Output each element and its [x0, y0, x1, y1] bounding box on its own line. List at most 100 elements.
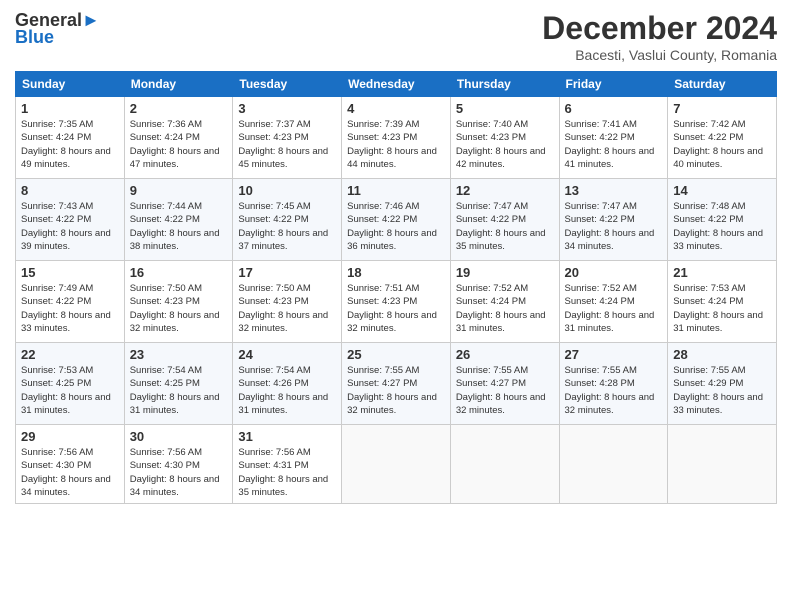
day-number: 26	[456, 347, 554, 362]
day-info: Sunrise: 7:54 AMSunset: 4:25 PMDaylight:…	[130, 365, 220, 416]
day-number: 29	[21, 429, 119, 444]
logo: General► Blue	[15, 10, 100, 48]
day-info: Sunrise: 7:37 AMSunset: 4:23 PMDaylight:…	[238, 119, 328, 170]
day-info: Sunrise: 7:55 AMSunset: 4:27 PMDaylight:…	[456, 365, 546, 416]
day-info: Sunrise: 7:56 AMSunset: 4:31 PMDaylight:…	[238, 447, 328, 498]
day-info: Sunrise: 7:54 AMSunset: 4:26 PMDaylight:…	[238, 365, 328, 416]
day-number: 24	[238, 347, 336, 362]
day-number: 6	[565, 101, 663, 116]
calendar-cell: 29 Sunrise: 7:56 AMSunset: 4:30 PMDaylig…	[16, 425, 125, 504]
day-number: 31	[238, 429, 336, 444]
calendar-cell: 5 Sunrise: 7:40 AMSunset: 4:23 PMDayligh…	[450, 97, 559, 179]
day-number: 28	[673, 347, 771, 362]
calendar-cell: 17 Sunrise: 7:50 AMSunset: 4:23 PMDaylig…	[233, 261, 342, 343]
day-info: Sunrise: 7:40 AMSunset: 4:23 PMDaylight:…	[456, 119, 546, 170]
day-number: 11	[347, 183, 445, 198]
calendar-cell: 18 Sunrise: 7:51 AMSunset: 4:23 PMDaylig…	[342, 261, 451, 343]
calendar-cell: 25 Sunrise: 7:55 AMSunset: 4:27 PMDaylig…	[342, 343, 451, 425]
calendar-cell: 20 Sunrise: 7:52 AMSunset: 4:24 PMDaylig…	[559, 261, 668, 343]
calendar-cell	[450, 425, 559, 504]
day-info: Sunrise: 7:55 AMSunset: 4:27 PMDaylight:…	[347, 365, 437, 416]
day-number: 4	[347, 101, 445, 116]
day-number: 16	[130, 265, 228, 280]
calendar-cell: 4 Sunrise: 7:39 AMSunset: 4:23 PMDayligh…	[342, 97, 451, 179]
calendar-cell: 16 Sunrise: 7:50 AMSunset: 4:23 PMDaylig…	[124, 261, 233, 343]
day-info: Sunrise: 7:51 AMSunset: 4:23 PMDaylight:…	[347, 283, 437, 334]
day-info: Sunrise: 7:55 AMSunset: 4:28 PMDaylight:…	[565, 365, 655, 416]
day-info: Sunrise: 7:45 AMSunset: 4:22 PMDaylight:…	[238, 201, 328, 252]
day-info: Sunrise: 7:50 AMSunset: 4:23 PMDaylight:…	[130, 283, 220, 334]
day-number: 19	[456, 265, 554, 280]
calendar-cell: 2 Sunrise: 7:36 AMSunset: 4:24 PMDayligh…	[124, 97, 233, 179]
day-number: 30	[130, 429, 228, 444]
day-number: 5	[456, 101, 554, 116]
calendar-header-row: Sunday Monday Tuesday Wednesday Thursday…	[16, 72, 777, 97]
calendar-cell: 24 Sunrise: 7:54 AMSunset: 4:26 PMDaylig…	[233, 343, 342, 425]
day-info: Sunrise: 7:56 AMSunset: 4:30 PMDaylight:…	[21, 447, 111, 498]
day-number: 9	[130, 183, 228, 198]
day-number: 12	[456, 183, 554, 198]
calendar-cell: 1 Sunrise: 7:35 AMSunset: 4:24 PMDayligh…	[16, 97, 125, 179]
calendar-cell: 26 Sunrise: 7:55 AMSunset: 4:27 PMDaylig…	[450, 343, 559, 425]
calendar-table: Sunday Monday Tuesday Wednesday Thursday…	[15, 71, 777, 504]
day-info: Sunrise: 7:49 AMSunset: 4:22 PMDaylight:…	[21, 283, 111, 334]
day-number: 8	[21, 183, 119, 198]
day-info: Sunrise: 7:43 AMSunset: 4:22 PMDaylight:…	[21, 201, 111, 252]
day-info: Sunrise: 7:41 AMSunset: 4:22 PMDaylight:…	[565, 119, 655, 170]
day-number: 25	[347, 347, 445, 362]
calendar-cell	[668, 425, 777, 504]
calendar-cell: 9 Sunrise: 7:44 AMSunset: 4:22 PMDayligh…	[124, 179, 233, 261]
calendar-cell	[342, 425, 451, 504]
day-number: 1	[21, 101, 119, 116]
day-number: 27	[565, 347, 663, 362]
calendar-cell: 21 Sunrise: 7:53 AMSunset: 4:24 PMDaylig…	[668, 261, 777, 343]
day-info: Sunrise: 7:39 AMSunset: 4:23 PMDaylight:…	[347, 119, 437, 170]
day-info: Sunrise: 7:47 AMSunset: 4:22 PMDaylight:…	[565, 201, 655, 252]
day-info: Sunrise: 7:56 AMSunset: 4:30 PMDaylight:…	[130, 447, 220, 498]
day-number: 18	[347, 265, 445, 280]
calendar-cell: 31 Sunrise: 7:56 AMSunset: 4:31 PMDaylig…	[233, 425, 342, 504]
calendar-cell: 30 Sunrise: 7:56 AMSunset: 4:30 PMDaylig…	[124, 425, 233, 504]
calendar-cell: 13 Sunrise: 7:47 AMSunset: 4:22 PMDaylig…	[559, 179, 668, 261]
day-info: Sunrise: 7:53 AMSunset: 4:24 PMDaylight:…	[673, 283, 763, 334]
calendar-cell: 3 Sunrise: 7:37 AMSunset: 4:23 PMDayligh…	[233, 97, 342, 179]
day-info: Sunrise: 7:50 AMSunset: 4:23 PMDaylight:…	[238, 283, 328, 334]
day-number: 10	[238, 183, 336, 198]
day-info: Sunrise: 7:35 AMSunset: 4:24 PMDaylight:…	[21, 119, 111, 170]
day-info: Sunrise: 7:53 AMSunset: 4:25 PMDaylight:…	[21, 365, 111, 416]
day-number: 13	[565, 183, 663, 198]
header: General► Blue December 2024 Bacesti, Vas…	[15, 10, 777, 63]
day-number: 3	[238, 101, 336, 116]
day-number: 20	[565, 265, 663, 280]
col-monday: Monday	[124, 72, 233, 97]
location-subtitle: Bacesti, Vaslui County, Romania	[542, 47, 777, 63]
day-number: 2	[130, 101, 228, 116]
calendar-cell	[559, 425, 668, 504]
col-wednesday: Wednesday	[342, 72, 451, 97]
col-tuesday: Tuesday	[233, 72, 342, 97]
month-title: December 2024	[542, 10, 777, 47]
day-number: 23	[130, 347, 228, 362]
col-thursday: Thursday	[450, 72, 559, 97]
day-info: Sunrise: 7:44 AMSunset: 4:22 PMDaylight:…	[130, 201, 220, 252]
day-number: 14	[673, 183, 771, 198]
logo-text-line2: Blue	[15, 27, 100, 48]
day-info: Sunrise: 7:52 AMSunset: 4:24 PMDaylight:…	[456, 283, 546, 334]
calendar-cell: 11 Sunrise: 7:46 AMSunset: 4:22 PMDaylig…	[342, 179, 451, 261]
calendar-cell: 10 Sunrise: 7:45 AMSunset: 4:22 PMDaylig…	[233, 179, 342, 261]
calendar-cell: 19 Sunrise: 7:52 AMSunset: 4:24 PMDaylig…	[450, 261, 559, 343]
day-info: Sunrise: 7:42 AMSunset: 4:22 PMDaylight:…	[673, 119, 763, 170]
day-info: Sunrise: 7:48 AMSunset: 4:22 PMDaylight:…	[673, 201, 763, 252]
col-friday: Friday	[559, 72, 668, 97]
col-sunday: Sunday	[16, 72, 125, 97]
day-number: 7	[673, 101, 771, 116]
day-info: Sunrise: 7:55 AMSunset: 4:29 PMDaylight:…	[673, 365, 763, 416]
day-number: 22	[21, 347, 119, 362]
calendar-cell: 28 Sunrise: 7:55 AMSunset: 4:29 PMDaylig…	[668, 343, 777, 425]
col-saturday: Saturday	[668, 72, 777, 97]
calendar-cell: 6 Sunrise: 7:41 AMSunset: 4:22 PMDayligh…	[559, 97, 668, 179]
day-info: Sunrise: 7:46 AMSunset: 4:22 PMDaylight:…	[347, 201, 437, 252]
calendar-cell: 22 Sunrise: 7:53 AMSunset: 4:25 PMDaylig…	[16, 343, 125, 425]
title-section: December 2024 Bacesti, Vaslui County, Ro…	[542, 10, 777, 63]
day-info: Sunrise: 7:52 AMSunset: 4:24 PMDaylight:…	[565, 283, 655, 334]
